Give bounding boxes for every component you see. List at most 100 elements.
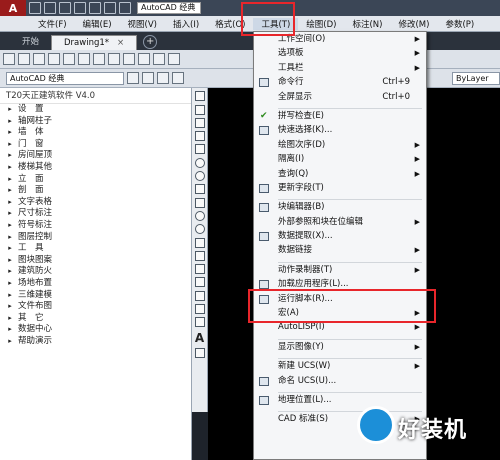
workspace-select[interactable]: AutoCAD 经典 xyxy=(137,2,201,14)
plot-icon[interactable] xyxy=(48,53,60,65)
redo-icon[interactable] xyxy=(119,2,131,14)
open-file-icon[interactable] xyxy=(44,2,56,14)
new-file-icon[interactable] xyxy=(29,2,41,14)
t20-menu-item[interactable]: ▸ 建筑防火 xyxy=(0,266,191,278)
layer-on-icon[interactable] xyxy=(172,72,184,84)
block-icon[interactable] xyxy=(153,53,165,65)
t20-menu-item[interactable]: ▸ 工 具 xyxy=(0,243,191,255)
t20-menu-item[interactable]: ▸ 文字表格 xyxy=(0,197,191,209)
tools-menu-item[interactable]: 数据提取(X)... xyxy=(254,229,426,243)
undo-icon[interactable] xyxy=(168,53,180,65)
undo-icon[interactable] xyxy=(104,2,116,14)
tools-menu-item[interactable]: 隔离(I) ▶ xyxy=(254,152,426,166)
t20-menu-item[interactable]: ▸ 图块图案 xyxy=(0,255,191,267)
open-icon[interactable] xyxy=(18,53,30,65)
t20-menu-item[interactable]: ▸ 帮助演示 xyxy=(0,336,191,348)
t20-menu-item[interactable]: ▸ 墙 体 xyxy=(0,127,191,139)
t20-menu-item[interactable]: ▸ 尺寸标注 xyxy=(0,208,191,220)
ellipse-icon[interactable] xyxy=(194,210,205,221)
t20-menu-item[interactable]: ▸ 符号标注 xyxy=(0,220,191,232)
insert-block-icon[interactable] xyxy=(194,237,205,248)
t20-menu-item[interactable]: ▸ 楼梯其他 xyxy=(0,162,191,174)
menu-parametric[interactable]: 参数(P) xyxy=(437,18,482,30)
menu-draw[interactable]: 绘图(D) xyxy=(298,18,344,30)
t20-menu-item[interactable]: ▸ 立 面 xyxy=(0,174,191,186)
tools-menu-item[interactable]: 命名 UCS(U)... xyxy=(254,374,426,388)
polyline-icon[interactable] xyxy=(194,117,205,128)
publish-icon[interactable] xyxy=(78,53,90,65)
menu-dimension[interactable]: 标注(N) xyxy=(344,18,390,30)
paste-icon[interactable] xyxy=(123,53,135,65)
preview-icon[interactable] xyxy=(63,53,75,65)
t20-menu-item[interactable]: ▸ 其 它 xyxy=(0,313,191,325)
tools-menu-item[interactable]: 块编辑器(B) xyxy=(254,200,426,214)
t20-menu-item[interactable]: ▸ 数据中心 xyxy=(0,324,191,336)
tools-menu-item[interactable]: 更新字段(T) xyxy=(254,181,426,195)
cut-icon[interactable] xyxy=(93,53,105,65)
region-icon[interactable] xyxy=(194,304,205,315)
t20-menu-item[interactable]: ▸ 场地布置 xyxy=(0,278,191,290)
line-icon[interactable] xyxy=(194,91,205,102)
tools-menu-item[interactable]: 数据链接 ▶ xyxy=(254,243,426,257)
hatch-icon[interactable] xyxy=(194,277,205,288)
ellipse-arc-icon[interactable] xyxy=(194,224,205,235)
multiline-text-icon[interactable]: A xyxy=(192,331,207,345)
menu-insert[interactable]: 插入(I) xyxy=(165,18,207,30)
save-as-icon[interactable] xyxy=(74,2,86,14)
tools-menu-item[interactable]: ✔ 拼写检查(E) xyxy=(254,109,426,123)
tools-menu-item[interactable]: 绘图次序(D) ▶ xyxy=(254,138,426,152)
close-icon[interactable]: × xyxy=(117,38,124,48)
tools-menu-item[interactable]: 命令行 Ctrl+9 xyxy=(254,75,426,89)
print-icon[interactable] xyxy=(89,2,101,14)
workspace-settings-icon[interactable] xyxy=(127,72,139,84)
t20-menu-item[interactable]: ▸ 剖 面 xyxy=(0,185,191,197)
tools-menu-item[interactable]: 全屏显示 Ctrl+0 xyxy=(254,90,426,104)
copy-icon[interactable] xyxy=(108,53,120,65)
new-icon[interactable] xyxy=(3,53,15,65)
tools-menu-item[interactable]: 查询(Q) ▶ xyxy=(254,167,426,181)
layer-properties-icon[interactable] xyxy=(142,72,154,84)
tools-menu-item[interactable]: 新建 UCS(W) ▶ xyxy=(254,359,426,373)
t20-menu-item[interactable]: ▸ 门 窗 xyxy=(0,139,191,151)
menu-edit[interactable]: 编辑(E) xyxy=(75,18,120,30)
t20-menu-item[interactable]: ▸ 文件布图 xyxy=(0,301,191,313)
menu-file[interactable]: 文件(F) xyxy=(30,18,75,30)
save-icon[interactable] xyxy=(59,2,71,14)
menu-view[interactable]: 视图(V) xyxy=(120,18,165,30)
table-icon[interactable] xyxy=(194,317,205,328)
tools-menu-item[interactable]: 选项板 ▶ xyxy=(254,46,426,60)
tools-menu-item[interactable]: 动作录制器(T) ▶ xyxy=(254,263,426,277)
tools-menu-item[interactable]: 显示图像(Y) ▶ xyxy=(254,340,426,354)
add-selected-icon[interactable] xyxy=(194,347,205,358)
circle-icon[interactable] xyxy=(194,171,205,182)
tab-start[interactable]: 开始 xyxy=(10,35,51,50)
t20-menu-item[interactable]: ▸ 设 置 xyxy=(0,104,191,116)
autocad-logo-icon[interactable]: A xyxy=(0,0,26,16)
tools-menu-item[interactable]: 外部参照和块在位编辑 ▶ xyxy=(254,215,426,229)
polygon-icon[interactable] xyxy=(194,131,205,142)
rectangle-icon[interactable] xyxy=(194,144,205,155)
workspace-combo[interactable]: AutoCAD 经典 xyxy=(6,71,124,85)
menu-modify[interactable]: 修改(M) xyxy=(390,18,437,30)
make-block-icon[interactable] xyxy=(194,250,205,261)
new-tab-plus-icon[interactable]: + xyxy=(143,35,158,49)
tools-menu-item[interactable]: 地理位置(L)... xyxy=(254,393,426,407)
point-icon[interactable] xyxy=(194,264,205,275)
t20-menu-item[interactable]: ▸ 三维建模 xyxy=(0,290,191,302)
t20-menu-item[interactable]: ▸ 图层控制 xyxy=(0,232,191,244)
save-icon[interactable] xyxy=(33,53,45,65)
tools-menu-item[interactable]: 工具栏 ▶ xyxy=(254,61,426,75)
t20-menu-item[interactable]: ▸ 轴网柱子 xyxy=(0,116,191,128)
construction-line-icon[interactable] xyxy=(194,104,205,115)
revision-cloud-icon[interactable] xyxy=(194,184,205,195)
tab-drawing1[interactable]: Drawing1* × xyxy=(51,35,138,50)
tools-menu-item[interactable]: 快速选择(K)... xyxy=(254,123,426,137)
spline-icon[interactable] xyxy=(194,197,205,208)
layer-state-icon[interactable] xyxy=(157,72,169,84)
t20-menu-item-label: 文件布图 xyxy=(18,301,53,312)
arc-icon[interactable] xyxy=(194,157,205,168)
bylayer-combo[interactable]: ByLayer xyxy=(452,72,500,85)
t20-menu-item[interactable]: ▸ 房间屋顶 xyxy=(0,150,191,162)
gradient-icon[interactable] xyxy=(194,290,205,301)
match-properties-icon[interactable] xyxy=(138,53,150,65)
